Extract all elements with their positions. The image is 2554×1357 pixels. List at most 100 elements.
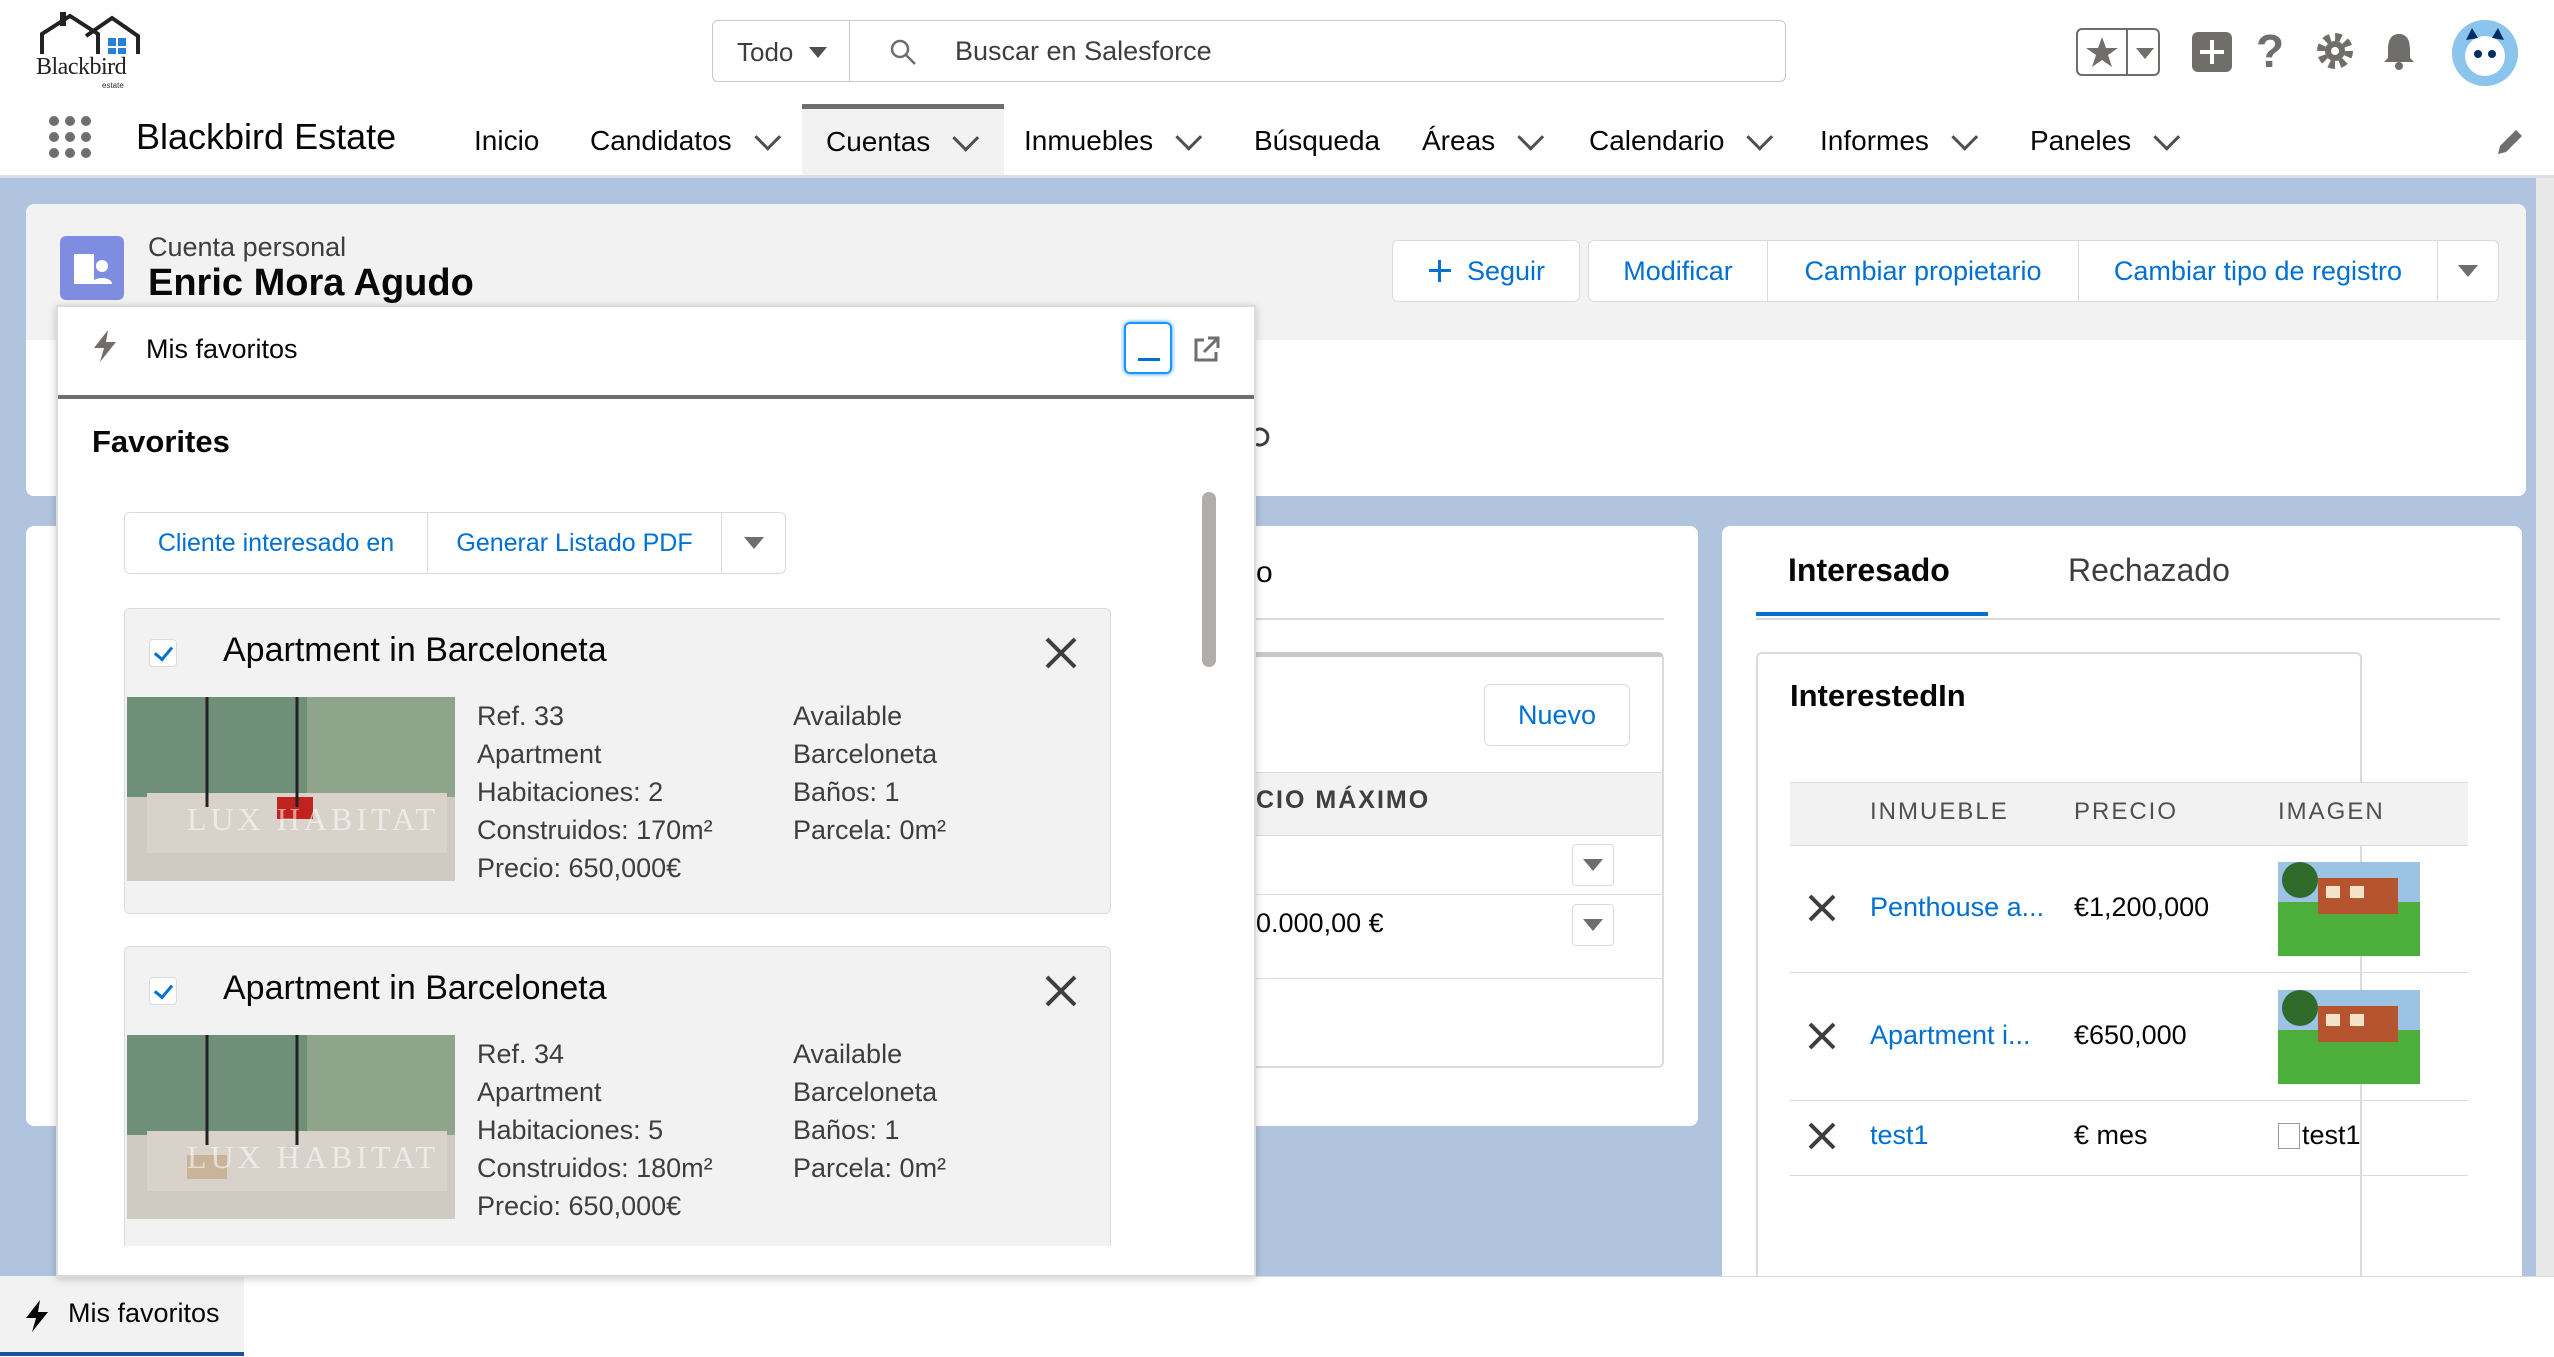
change-record-type-button[interactable]: Cambiar tipo de registro <box>2078 240 2438 302</box>
generate-pdf-label: Generar Listado PDF <box>456 528 693 557</box>
remove-favorite-x-icon[interactable] <box>1043 973 1079 1009</box>
follow-label: Seguir <box>1466 255 1546 286</box>
nav-item-candidatos[interactable]: Candidatos <box>590 104 781 178</box>
nav-item-calendario[interactable]: Calendario <box>1589 104 1774 178</box>
follow-button[interactable]: Seguir <box>1392 240 1580 302</box>
property-price: Precio: 650,000€ <box>477 1191 682 1221</box>
edit-button[interactable]: Modificar <box>1588 240 1768 302</box>
utility-item-label: Mis favoritos <box>68 1298 220 1328</box>
nav-item-cuentas[interactable]: Cuentas <box>802 104 1004 175</box>
property-title: Apartment in Barceloneta <box>223 969 607 1007</box>
search-placeholder: Buscar en Salesforce <box>955 36 1212 66</box>
search-scope-label: Todo <box>737 37 794 67</box>
property-link[interactable]: test1 <box>1870 1120 1929 1151</box>
select-checkbox[interactable] <box>149 639 177 667</box>
minimize-button[interactable] <box>1124 322 1172 374</box>
change-record-type-label: Cambiar tipo de registro <box>2113 255 2403 286</box>
nav-label: Informes <box>1820 125 1929 156</box>
interested-in-title: InterestedIn <box>1790 678 1966 713</box>
plus-icon <box>2200 40 2224 64</box>
select-checkbox[interactable] <box>149 977 177 1005</box>
property-city: Barceloneta <box>793 739 938 769</box>
caret-down-icon <box>809 47 827 58</box>
house-logo-icon <box>40 12 140 54</box>
divider <box>1256 894 1662 895</box>
favorites-star-button[interactable] <box>2076 28 2160 76</box>
company-logo[interactable]: Blackbird estate <box>34 12 146 90</box>
client-interested-button[interactable]: Cliente interesado en <box>124 512 428 574</box>
search-scope-dropdown[interactable]: Todo <box>712 20 850 82</box>
nav-item-paneles[interactable]: Paneles <box>2030 104 2181 178</box>
popup-title: Mis favoritos <box>146 334 298 364</box>
nav-label: Paneles <box>2030 125 2132 156</box>
property-link[interactable]: Apartment i... <box>1870 1020 2031 1051</box>
record-type-label: Cuenta personal <box>148 232 347 262</box>
popup-footer-mask <box>58 1246 1254 1274</box>
tab-interesado[interactable]: Interesado <box>1788 552 1950 589</box>
property-link[interactable]: Penthouse a... <box>1870 892 2044 923</box>
divider <box>1756 618 2500 620</box>
row-actions-dropdown[interactable] <box>1572 844 1614 886</box>
property-type: Apartment <box>477 739 602 769</box>
new-button[interactable]: Nuevo <box>1484 684 1630 746</box>
utility-bar <box>0 1276 2554 1357</box>
tab-rechazado[interactable]: Rechazado <box>2068 552 2230 589</box>
more-actions-button[interactable] <box>2437 240 2499 302</box>
property-built-area: Construidos: 180m² <box>477 1153 713 1183</box>
favorite-property-card: Apartment in Barceloneta LUX HABITAT Ref… <box>124 608 1111 914</box>
property-price: €650,000 <box>2074 1020 2187 1050</box>
help-icon[interactable]: ? <box>2256 24 2290 77</box>
divider <box>1256 978 1662 979</box>
caret-down-icon <box>743 537 764 549</box>
property-title: Apartment in Barceloneta <box>223 631 607 669</box>
nav-item-informes[interactable]: Informes <box>1820 104 1979 178</box>
property-city: Barceloneta <box>793 1077 938 1107</box>
record-name: Enric Mora Agudo <box>148 262 474 304</box>
nav-label: Áreas <box>1422 125 1496 156</box>
page-scrollbar[interactable] <box>2536 178 2554 1276</box>
more-button-dropdown[interactable] <box>721 512 786 574</box>
property-built-area: Construidos: 170m² <box>477 815 713 845</box>
notifications-bell-icon[interactable] <box>2378 30 2420 72</box>
property-baths: Baños: 1 <box>793 1115 900 1145</box>
nav-item-inmuebles[interactable]: Inmuebles <box>1024 104 1203 178</box>
astro-avatar-icon <box>2452 20 2518 86</box>
pop-out-icon[interactable] <box>1190 334 1222 366</box>
caret-down-icon <box>1583 919 1603 931</box>
property-thumbnail <box>2278 990 2420 1084</box>
utility-item-mis-favoritos[interactable]: Mis favoritos <box>0 1276 244 1356</box>
remove-row-x-icon[interactable] <box>1806 1020 1838 1052</box>
setup-gear-icon[interactable] <box>2314 30 2356 72</box>
nav-item-inicio[interactable]: Inicio <box>474 104 539 178</box>
property-rooms: Habitaciones: 2 <box>477 777 664 807</box>
remove-row-x-icon[interactable] <box>1806 892 1838 924</box>
change-owner-button[interactable]: Cambiar propietario <box>1767 240 2079 302</box>
remove-favorite-x-icon[interactable] <box>1043 635 1079 671</box>
global-actions-button[interactable] <box>2192 32 2232 72</box>
property-plot: Parcela: 0m² <box>793 1153 947 1183</box>
property-status: Available <box>793 701 903 731</box>
popup-scrollbar-thumb[interactable] <box>1202 492 1216 667</box>
property-type: Apartment <box>477 1077 602 1107</box>
row-actions-dropdown[interactable] <box>1572 904 1614 946</box>
star-icon <box>2086 37 2118 67</box>
property-ref: Ref. 34 <box>477 1039 565 1069</box>
global-search-input[interactable]: Buscar en Salesforce <box>849 20 1786 82</box>
favorites-dropdown-icon <box>2136 48 2154 59</box>
nav-item-areas[interactable]: Áreas <box>1422 104 1545 178</box>
lightning-bolt-icon <box>26 1300 48 1332</box>
generate-pdf-button[interactable]: Generar Listado PDF <box>427 512 722 574</box>
property-rooms: Habitaciones: 5 <box>477 1115 664 1145</box>
client-interested-label: Cliente interesado en <box>157 528 395 557</box>
property-price: € mes <box>2074 1120 2148 1150</box>
app-launcher-button[interactable] <box>48 114 92 160</box>
property-thumbnail <box>2278 862 2420 956</box>
edit-nav-pencil-icon[interactable] <box>2494 126 2526 158</box>
nav-label: Calendario <box>1589 125 1725 156</box>
watermark-text: LUX HABITAT <box>187 1139 440 1175</box>
property-photo: LUX HABITAT <box>127 1035 455 1219</box>
chevron-down-icon[interactable] <box>952 124 980 152</box>
user-avatar[interactable] <box>2452 20 2518 86</box>
nav-item-busqueda[interactable]: Búsqueda <box>1254 104 1380 178</box>
remove-row-x-icon[interactable] <box>1806 1120 1838 1152</box>
